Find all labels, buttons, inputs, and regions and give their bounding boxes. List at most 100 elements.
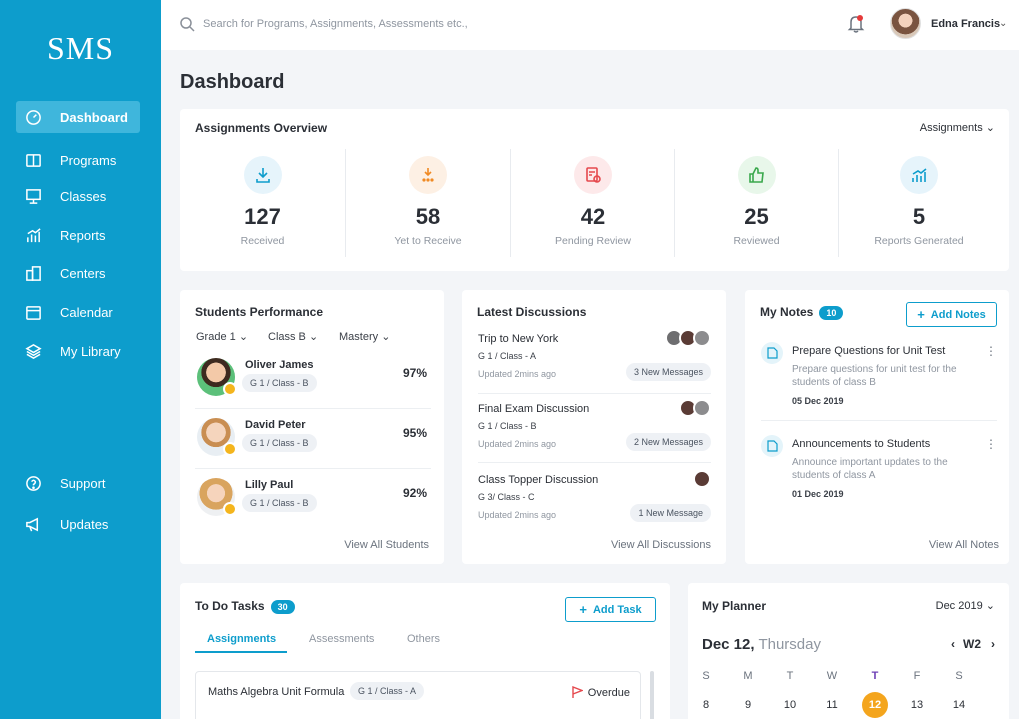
card-title: To Do Tasks 30: [195, 599, 295, 614]
new-messages-badge: 3 New Messages: [625, 363, 711, 381]
note-title: Announcements to Students: [792, 438, 931, 450]
more-vertical-icon[interactable]: ⋮: [985, 437, 997, 451]
calendar-day[interactable]: 14: [946, 692, 972, 718]
megaphone-icon: [24, 515, 42, 533]
chart-icon: [24, 226, 42, 244]
star-icon: [223, 442, 237, 456]
week-label: W2: [963, 637, 981, 651]
view-all-notes-link[interactable]: View All Notes: [929, 539, 999, 551]
discussion-title: Final Exam Discussion: [478, 403, 590, 415]
note-item[interactable]: Prepare Questions for Unit Test Prepare …: [761, 342, 1001, 424]
month-dropdown[interactable]: Dec 2019 ⌄: [936, 599, 995, 612]
notification-dot: [857, 15, 863, 21]
plus-icon: +: [917, 307, 925, 322]
search-icon: [180, 17, 195, 32]
task-item[interactable]: Maths Algebra Unit Formula G 1 / Class -…: [195, 671, 641, 719]
add-notes-button[interactable]: + Add Notes: [906, 302, 997, 327]
topbar: Edna Francis ⌄: [161, 0, 1019, 50]
student-row[interactable]: Lilly Paul G 1 / Class - B 92%: [195, 472, 431, 527]
sidebar-item-programs[interactable]: Programs: [16, 144, 140, 176]
weekday-header: T: [871, 670, 879, 682]
search-input[interactable]: [203, 14, 623, 34]
sidebar-item-my-library[interactable]: My Library: [16, 335, 140, 367]
divider: [761, 420, 997, 421]
view-all-discussions-link[interactable]: View All Discussions: [611, 539, 711, 551]
add-task-button[interactable]: + Add Task: [565, 597, 656, 622]
student-row[interactable]: Oliver James G 1 / Class - B 97%: [195, 352, 431, 407]
stat-label: Reports Generated: [874, 235, 964, 247]
star-icon: [223, 502, 237, 516]
more-vertical-icon[interactable]: ⋮: [985, 344, 997, 358]
sidebar-item-classes[interactable]: Classes: [16, 180, 140, 212]
calendar-day[interactable]: 10: [777, 692, 803, 718]
sidebar-item-calendar[interactable]: Calendar: [16, 296, 140, 328]
mastery-filter[interactable]: Mastery ⌄: [339, 330, 390, 343]
stat-value: 127: [244, 204, 281, 229]
note-description: Prepare questions for unit test for the …: [792, 364, 957, 388]
grade-filter[interactable]: Grade 1 ⌄: [196, 330, 248, 343]
week-navigator: ‹ W2 ›: [951, 637, 995, 651]
sidebar-item-label: Reports: [60, 227, 106, 243]
class-badge: G 1 / Class - A: [350, 682, 425, 700]
discussion-item[interactable]: Final Exam Discussion G 1 / Class - B Up…: [478, 399, 711, 465]
participant-avatars: [679, 399, 711, 417]
weekday-header: S: [955, 670, 963, 682]
divider: [478, 462, 711, 463]
help-icon: [24, 474, 42, 492]
weekday-header: W: [826, 670, 838, 682]
discussion-class: G 1 / Class - B: [478, 421, 537, 431]
user-avatar[interactable]: [890, 8, 921, 39]
sidebar-item-label: Calendar: [60, 304, 113, 320]
dashboard-icon: [24, 108, 42, 126]
presentation-icon: [24, 187, 42, 205]
student-row[interactable]: David Peter G 1 / Class - B 95%: [195, 412, 431, 467]
new-messages-badge: 2 New Messages: [625, 433, 711, 451]
tab-assessments[interactable]: Assessments: [309, 633, 374, 645]
chevron-right-icon[interactable]: ›: [991, 637, 995, 651]
sidebar-item-centers[interactable]: Centers: [16, 257, 140, 289]
sidebar-item-label: My Library: [60, 343, 121, 359]
class-filter[interactable]: Class B ⌄: [268, 330, 318, 343]
tab-assignments[interactable]: Assignments: [207, 633, 276, 645]
layers-icon: [24, 342, 42, 360]
weekday-header: F: [913, 670, 921, 682]
calendar-day[interactable]: 9: [735, 692, 761, 718]
scrollbar[interactable]: [650, 671, 654, 719]
discussion-title: Trip to New York: [478, 333, 559, 345]
download-icon: [243, 156, 282, 194]
class-badge: G 1 / Class - B: [242, 374, 317, 392]
calendar-day[interactable]: 11: [819, 692, 845, 718]
discussion-updated: Updated 2mins ago: [478, 439, 557, 449]
discussion-item[interactable]: Trip to New York G 1 / Class - A Updated…: [478, 329, 711, 395]
chevron-left-icon[interactable]: ‹: [951, 637, 955, 651]
view-all-students-link[interactable]: View All Students: [344, 539, 429, 551]
todo-tasks-card: To Do Tasks 30 + Add Task Assignments Asse…: [180, 583, 670, 719]
discussion-updated: Updated 2mins ago: [478, 369, 557, 379]
student-percentage: 95%: [402, 426, 427, 440]
user-name[interactable]: Edna Francis: [931, 18, 1000, 30]
sidebar-item-reports[interactable]: Reports: [16, 219, 140, 251]
student-name: David Peter: [245, 419, 306, 431]
date-label: Dec 12,: [702, 636, 755, 653]
stat-value: 42: [580, 204, 606, 229]
sidebar-item-support[interactable]: Support: [16, 467, 140, 499]
assignments-dropdown[interactable]: Assignments ⌄: [920, 121, 995, 134]
task-name: Maths Algebra Unit Formula: [208, 686, 345, 698]
card-title: Assignments Overview: [195, 121, 328, 135]
sidebar-item-updates[interactable]: Updates: [16, 508, 140, 540]
student-name: Oliver James: [245, 359, 314, 371]
stat-value: 25: [744, 204, 769, 229]
calendar-day[interactable]: 8: [693, 692, 719, 718]
weekday-header: S: [702, 670, 710, 682]
discussion-item[interactable]: Class Topper Discussion G 3/ Class - C U…: [478, 470, 711, 536]
flag-icon: [572, 686, 583, 698]
book-icon: [24, 151, 42, 169]
selected-date: Dec 12, Thursday: [702, 636, 821, 653]
stat-reports-generated: 5 Reports Generated: [839, 149, 999, 259]
tab-others[interactable]: Others: [407, 633, 440, 645]
calendar-day[interactable]: 13: [904, 692, 930, 718]
chevron-down-icon[interactable]: ⌄: [999, 18, 1007, 29]
calendar-day-selected[interactable]: 12: [862, 692, 888, 718]
sidebar-item-dashboard[interactable]: Dashboard: [16, 101, 140, 133]
note-item[interactable]: Announcements to Students Announce impor…: [761, 435, 1001, 517]
